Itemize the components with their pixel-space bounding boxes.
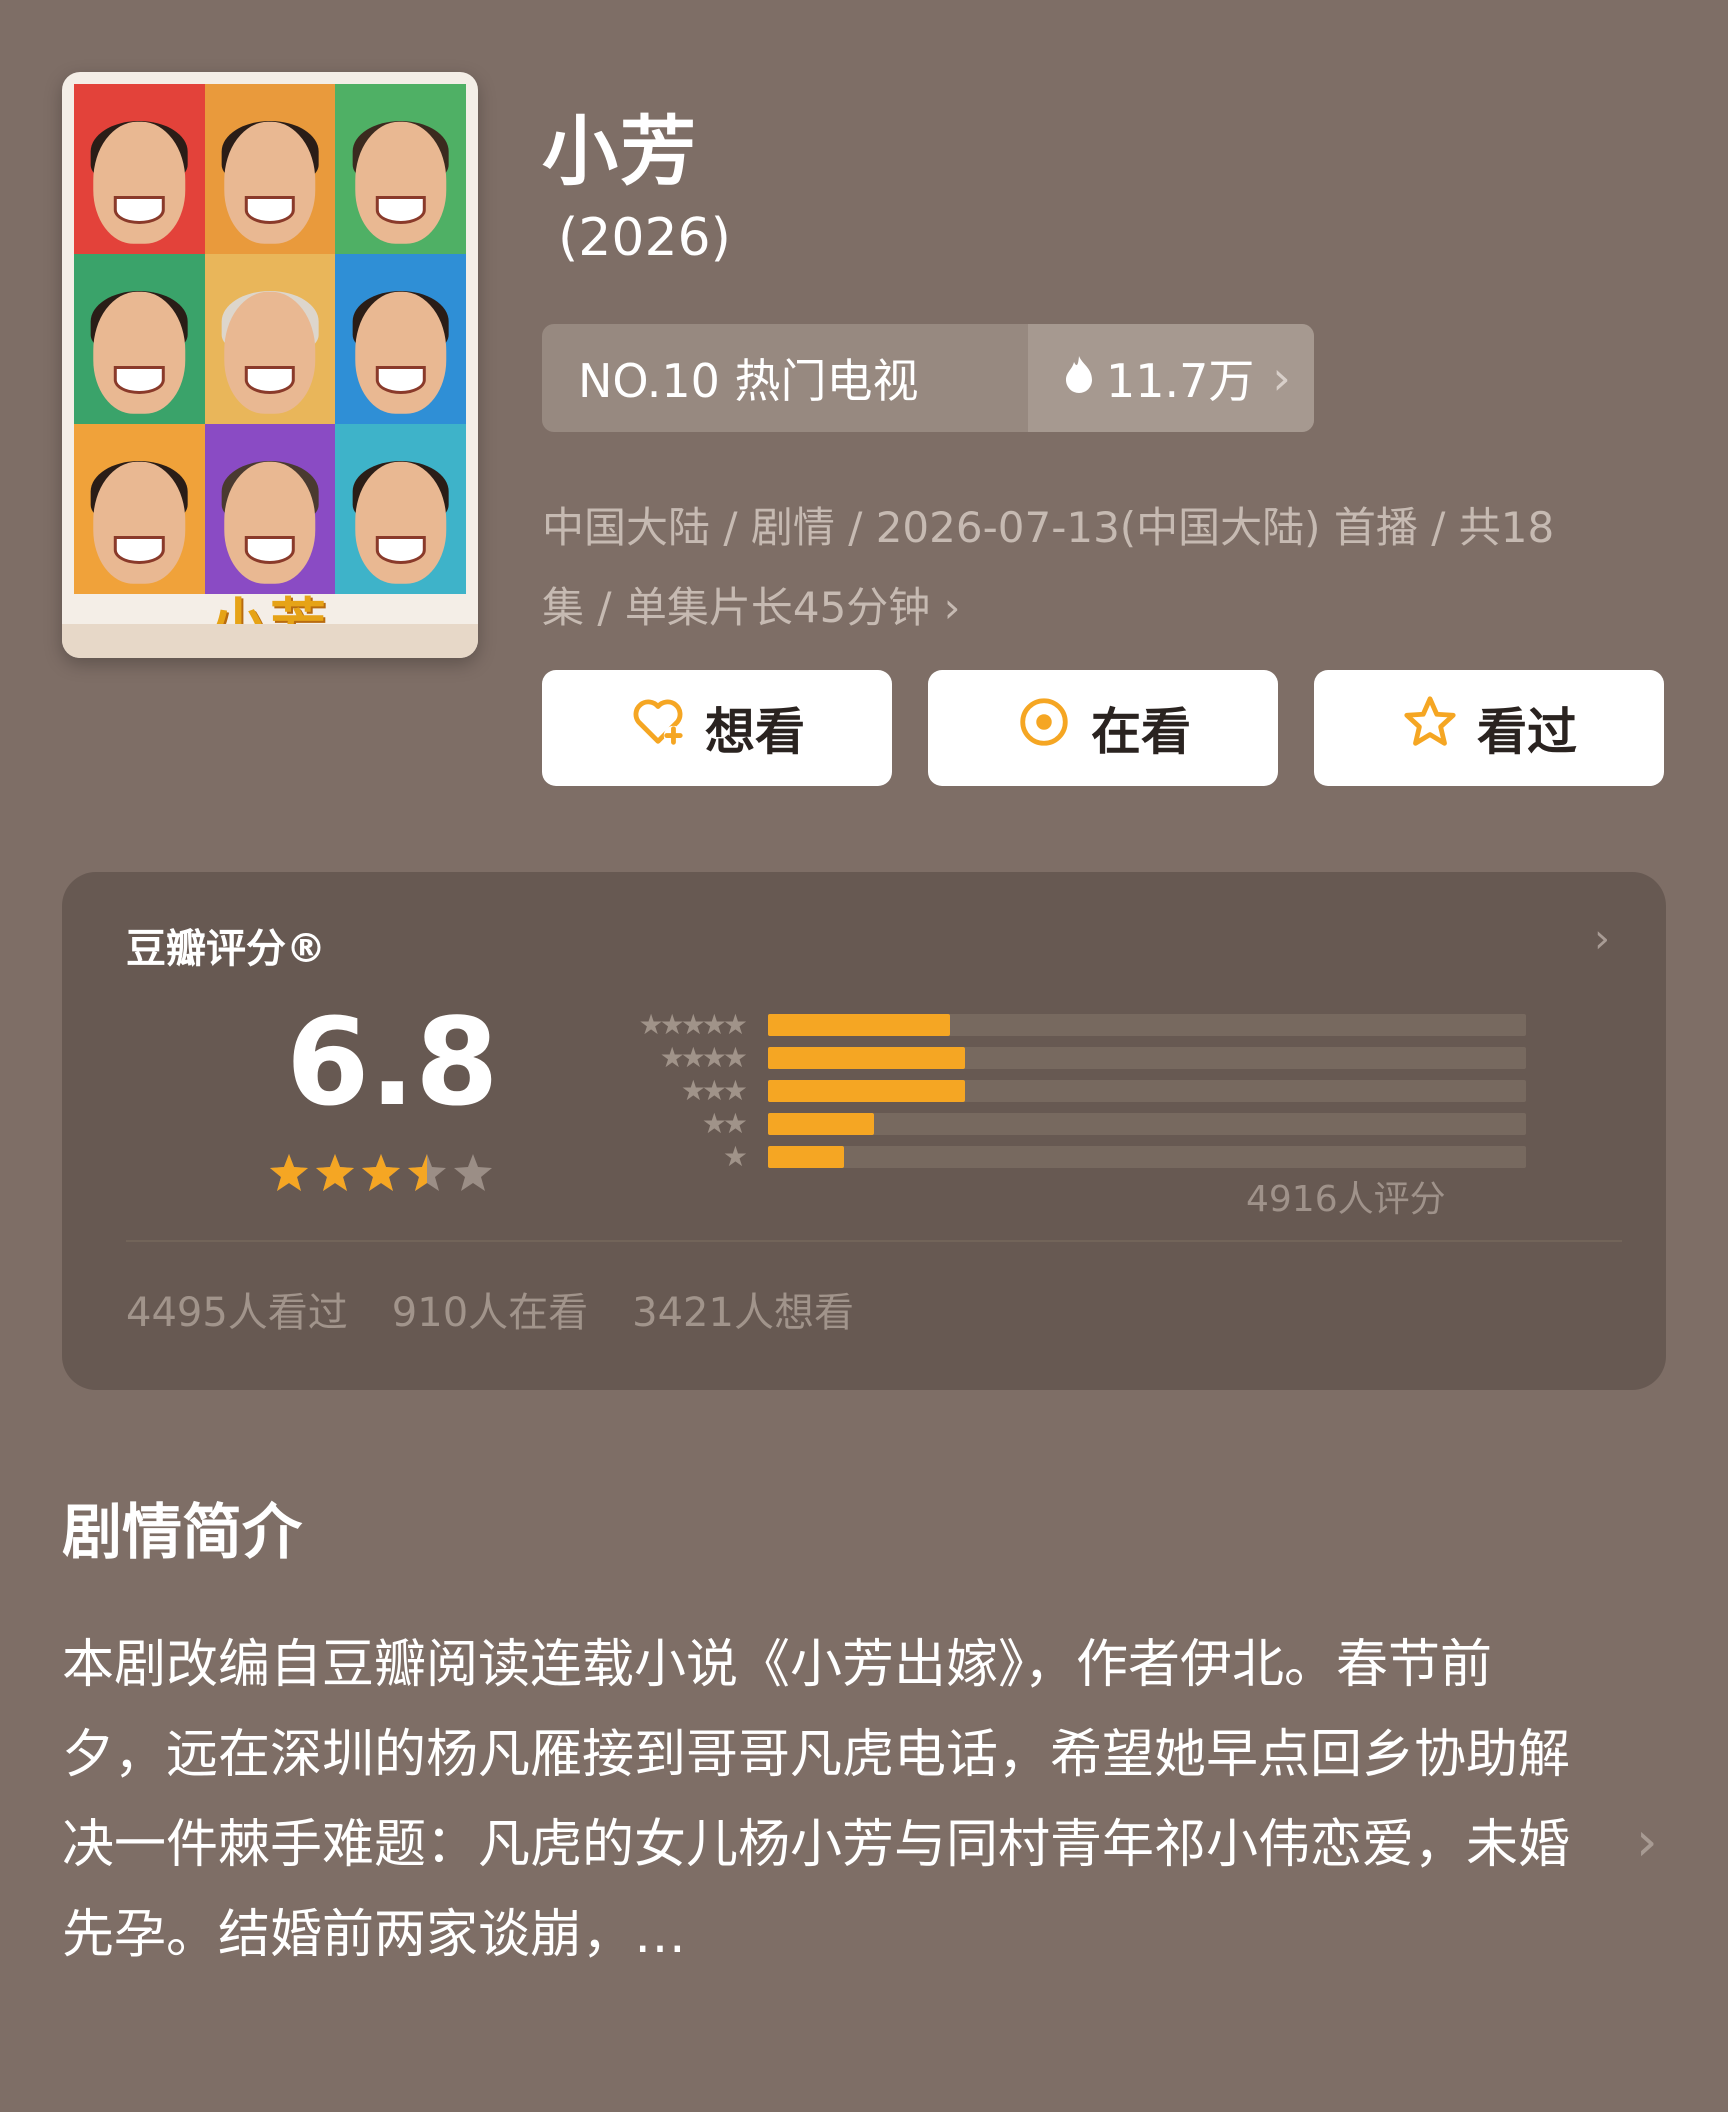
star-filled-icon xyxy=(362,1154,400,1191)
cast-portrait xyxy=(335,84,466,254)
cast-portrait xyxy=(335,424,466,594)
star-filled-icon xyxy=(316,1154,354,1191)
want-count: 3421人想看 xyxy=(632,1290,854,1336)
distribution-track xyxy=(768,1145,1526,1168)
poster-image[interactable]: 小芳 xyxy=(62,72,478,658)
meta-line-2: 集 / 单集片长45分钟 › xyxy=(542,583,961,632)
rating-card[interactable]: 豆瓣评分® › 6.8 ★★★★★ ★★★★ ★★★ ★★ ★ 4916人评分 4495… xyxy=(62,872,1666,1390)
cast-portrait xyxy=(335,254,466,424)
show-title: 小芳 xyxy=(542,107,698,196)
meta-line: 中国大陆 / 剧情 / 2026-07-13(中国大陆) 首播 / 共18 xyxy=(542,503,1555,552)
distribution-bar xyxy=(768,1145,844,1168)
watching-label: 在看 xyxy=(1091,703,1191,761)
watching-button[interactable]: 在看 xyxy=(928,670,1278,786)
poster-footer xyxy=(62,624,478,658)
cast-portrait xyxy=(74,254,205,424)
show-meta[interactable]: 中国大陆 / 剧情 / 2026-07-13(中国大陆) 首播 / 共18 集 … xyxy=(542,488,1662,648)
distribution-row: ★★★★ xyxy=(532,1041,1532,1074)
rating-count: 4916人评分 xyxy=(1246,1179,1446,1220)
rating-distribution: ★★★★★ ★★★★ ★★★ ★★ ★ xyxy=(532,1008,1532,1173)
cast-portrait xyxy=(204,424,336,594)
watched-button[interactable]: 看过 xyxy=(1314,670,1664,786)
distribution-row: ★★ xyxy=(532,1107,1532,1140)
poster-cast-grid xyxy=(74,84,466,594)
target-icon xyxy=(1015,693,1073,763)
distribution-bar xyxy=(768,1079,966,1102)
rating-stars xyxy=(268,1152,494,1194)
watched-label: 看过 xyxy=(1477,703,1577,761)
distribution-stars-icon: ★★★ xyxy=(680,1074,748,1107)
heart-plus-icon xyxy=(629,693,687,763)
heat-value: 11.7万 xyxy=(1106,354,1255,408)
distribution-stars-icon: ★★★★★ xyxy=(638,1008,748,1041)
synopsis-text[interactable]: 本剧改编自豆瓣阅读连载小说《小芳出嫁》，作者伊北。春节前夕，远在深圳的杨凡雁接到… xyxy=(62,1620,1572,1980)
chevron-right-icon[interactable]: › xyxy=(1636,1810,1658,1873)
divider xyxy=(126,1240,1622,1242)
watching-count: 910人在看 xyxy=(391,1290,589,1336)
distribution-track xyxy=(768,1112,1526,1135)
chevron-right-icon: › xyxy=(943,583,961,632)
distribution-track xyxy=(768,1079,1526,1102)
cast-portrait xyxy=(74,84,205,254)
flame-icon xyxy=(1062,351,1096,405)
star-half-icon xyxy=(408,1154,446,1191)
distribution-bar xyxy=(768,1046,966,1069)
distribution-row: ★★★ xyxy=(532,1074,1532,1107)
distribution-stars-icon: ★ xyxy=(722,1140,748,1173)
distribution-bar xyxy=(768,1013,950,1036)
distribution-row: ★★★★★ xyxy=(532,1008,1532,1041)
cast-portrait xyxy=(204,84,336,254)
distribution-bar xyxy=(768,1112,875,1135)
cast-portrait xyxy=(74,424,205,594)
want-button[interactable]: 想看 xyxy=(542,670,892,786)
distribution-stars-icon: ★★★★ xyxy=(659,1041,748,1074)
distribution-row: ★ xyxy=(532,1140,1532,1173)
rank-label: NO.10 热门电视 xyxy=(578,354,919,408)
chevron-right-icon: › xyxy=(1272,351,1291,405)
show-year: (2026) xyxy=(558,208,731,268)
rating-label: 豆瓣评分® xyxy=(126,926,326,972)
ranking-badge[interactable]: NO.10 热门电视 11.7万 › xyxy=(542,324,1314,432)
star-filled-icon xyxy=(270,1154,308,1191)
distribution-stars-icon: ★★ xyxy=(701,1107,748,1140)
heat-indicator[interactable]: 11.7万 › xyxy=(1028,324,1314,432)
synopsis-title: 剧情简介 xyxy=(62,1498,302,1568)
star-empty-icon xyxy=(454,1154,492,1191)
chevron-right-icon[interactable]: › xyxy=(1594,916,1610,962)
distribution-track xyxy=(768,1046,1526,1069)
audience-stats: 4495人看过 910人在看 3421人想看 xyxy=(126,1280,854,1338)
cast-portrait xyxy=(204,254,336,424)
want-label: 想看 xyxy=(705,703,805,761)
watched-count: 4495人看过 xyxy=(126,1290,348,1336)
distribution-track xyxy=(768,1013,1526,1036)
rating-score: 6.8 xyxy=(286,994,499,1133)
star-outline-icon xyxy=(1401,693,1459,763)
